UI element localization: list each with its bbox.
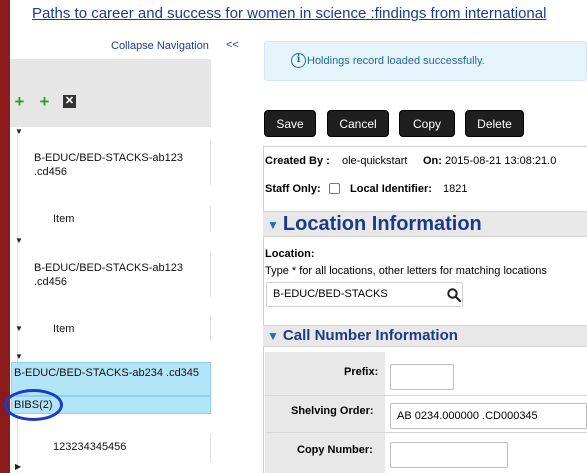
info-icon: i	[291, 53, 306, 68]
shelving-order-label: Shelving Order:	[291, 405, 374, 417]
tree-node-label: Item	[53, 323, 75, 335]
tree-node-item[interactable]: Item	[53, 206, 211, 232]
row-divider	[265, 432, 587, 433]
tree-node-label: B-EDUC/BED-STACKS-ab234 .cd345	[14, 367, 200, 379]
tree-connector-line	[17, 127, 18, 473]
section-title: Call Number Information	[282, 327, 458, 344]
staff-only-checkbox[interactable]	[329, 183, 340, 194]
tree-node-label: B-EDUC/BED-STACKS-ab123 .cd456	[34, 152, 183, 178]
save-button[interactable]: Save	[264, 110, 316, 137]
tree-node-label: B-EDUC/BED-STACKS-ab123 .cd456	[34, 262, 183, 288]
add-plus-icon[interactable]: +	[38, 93, 51, 110]
staff-only-label: Staff Only:	[265, 183, 321, 195]
caret-down-icon[interactable]: ▼	[15, 352, 23, 361]
created-on-value: 2015-08-21 13:08:21.0	[445, 155, 557, 167]
location-hint: Type * for all locations, other letters …	[265, 265, 547, 277]
add-plus-icon[interactable]: +	[13, 93, 26, 110]
tree-node-bibs[interactable]: BIBS(2)	[11, 396, 211, 414]
caret-right-icon[interactable]: ▶	[15, 462, 21, 471]
prefix-label: Prefix:	[344, 366, 379, 378]
record-title-link[interactable]: Paths to career and success for women in…	[32, 5, 587, 22]
cancel-button[interactable]: Cancel	[327, 110, 389, 137]
collapse-triangle-icon[interactable]: ▼	[267, 326, 279, 346]
tree-node-label: BIBS(2)	[14, 399, 53, 411]
tree-node-item[interactable]: Item	[53, 316, 211, 342]
collapse-arrows-icon[interactable]: <<	[226, 39, 239, 51]
caret-down-icon[interactable]: ▼	[15, 127, 23, 136]
left-edge-bar	[0, 0, 10, 473]
local-identifier-label: Local Identifier:	[350, 183, 432, 195]
copy-number-input[interactable]	[390, 442, 508, 468]
collapse-triangle-icon[interactable]: ▼	[267, 213, 279, 237]
local-identifier-value: 1821	[443, 183, 468, 195]
tree-node-holdings[interactable]: B-EDUC/BED-STACKS-ab123 .cd456	[34, 141, 211, 185]
delete-button[interactable]: Delete	[465, 110, 524, 137]
location-section-header[interactable]: ▼ Location Information	[263, 211, 587, 237]
section-title: Location Information	[282, 213, 482, 235]
location-input[interactable]: B-EDUC/BED-STACKS	[266, 282, 463, 307]
tree-node-holdings[interactable]: B-EDUC/BED-STACKS-ab123 .cd456	[34, 253, 211, 297]
prefix-input[interactable]	[390, 364, 454, 390]
search-icon[interactable]	[447, 288, 461, 302]
success-banner: i Holdings record loaded successfully.	[264, 41, 587, 81]
created-by-value: ole-quickstart	[342, 155, 408, 167]
tree-node-label: 123234345456	[53, 441, 127, 453]
delete-x-icon[interactable]: ✕	[63, 95, 76, 108]
shelving-order-input[interactable]: AB 0234.000000 .CD000345	[390, 403, 587, 429]
tree-node-item[interactable]: 123234345456	[53, 433, 211, 463]
created-on-label: On:	[423, 155, 442, 167]
created-by-label: Created By :	[265, 155, 330, 167]
copy-button[interactable]: Copy	[399, 110, 455, 137]
copy-number-label: Copy Number:	[297, 444, 373, 456]
tree-node-label: Item	[53, 213, 75, 225]
collapse-navigation-link[interactable]: Collapse Navigation	[111, 40, 209, 52]
caret-down-icon[interactable]: ▼	[15, 324, 23, 333]
banner-message: Holdings record loaded successfully.	[307, 55, 485, 67]
row-divider	[265, 395, 587, 396]
tree-node-holdings-selected[interactable]: B-EDUC/BED-STACKS-ab234 .cd345	[11, 362, 211, 396]
call-number-section-header[interactable]: ▼ Call Number Information	[263, 325, 587, 347]
caret-down-icon[interactable]: ▼	[15, 236, 23, 245]
location-field-label: Location:	[265, 248, 315, 260]
